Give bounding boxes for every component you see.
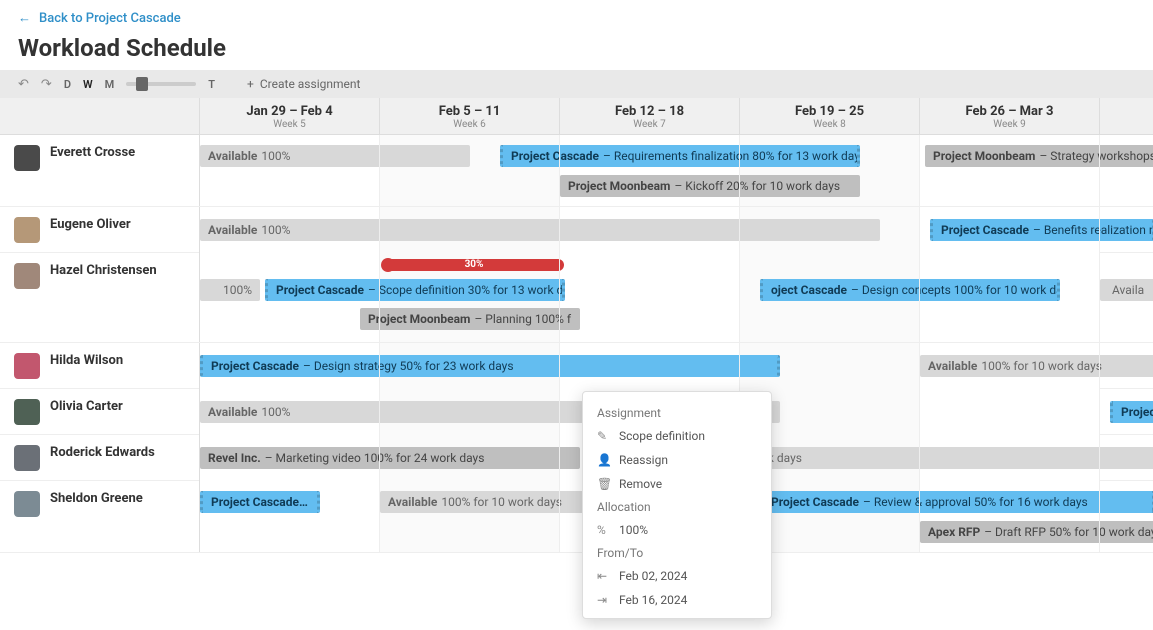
assignment-bar[interactable]: Project Cascade – Review & approval 50% … (760, 491, 1153, 513)
assignment-bar[interactable]: Project Cascade – Scope definition 30% f… (265, 279, 565, 301)
person-name: Sheldon Greene (50, 491, 143, 506)
assignment-bar[interactable]: Project Cascade – Benefits realization r… (930, 219, 1153, 241)
assignment-bar[interactable]: Project Cascade… (200, 491, 320, 513)
assignment-bar[interactable]: Available 100% (200, 145, 470, 167)
person-name: Roderick Edwards (50, 445, 155, 460)
assignment-bar[interactable]: Available 100% (200, 219, 880, 241)
timeline-header: Jan 29 – Feb 4 Week 5 Feb 5 – 11 Week 6 … (0, 98, 1153, 135)
week-col-8: Feb 19 – 25 Week 8 (740, 98, 920, 134)
zoom-slider-handle[interactable] (136, 77, 148, 91)
person-name: Olivia Carter (50, 399, 123, 414)
assignment-bar[interactable]: Project Moonbeam – Strategy workshops 10 (925, 145, 1153, 167)
from-arrow-icon: ⇤ (597, 569, 609, 583)
person-row-roderick: Roderick Edwards Revel Inc. – Marketing … (0, 435, 1153, 481)
week-col-5: Jan 29 – Feb 4 Week 5 (200, 98, 380, 134)
assignment-bar[interactable]: Availa (1100, 279, 1153, 301)
undo-icon[interactable]: ↶ (18, 77, 29, 92)
toolbar: ↶ ↷ D W M T + Create assignment (0, 70, 1153, 98)
popover-scope-definition[interactable]: ✎ Scope definition (583, 424, 771, 448)
zoom-day[interactable]: D (64, 78, 71, 91)
week-col-6: Feb 5 – 11 Week 6 (380, 98, 560, 134)
avatar (14, 491, 40, 517)
person-name: Eugene Oliver (50, 217, 131, 232)
week-col-9: Feb 26 – Mar 3 Week 9 (920, 98, 1100, 134)
zoom-today[interactable]: T (208, 78, 215, 91)
assignment-bar[interactable]: oject Cascade – Design concepts 100% for… (760, 279, 1060, 301)
assignment-bar[interactable]: Project Moonbeam – Planning 100% f (360, 308, 580, 330)
popover-from-date[interactable]: ⇤ Feb 02, 2024 (583, 564, 771, 588)
timeline-rows: Everett Crosse Available 100% Project Ca… (0, 135, 1153, 553)
popover-section-fromto: From/To (583, 542, 771, 564)
to-arrow-icon: ⇥ (597, 593, 609, 607)
person-icon: 👤 (597, 453, 609, 467)
overload-indicator: 30% (384, 259, 564, 271)
assignment-bar[interactable]: Project Moonbeam – Kickoff 20% for 10 wo… (560, 175, 860, 197)
assignment-bar[interactable]: Project Cascade – Requirements finalizat… (500, 145, 860, 167)
person-row-hilda: Hilda Wilson Project Cascade – Design st… (0, 343, 1153, 389)
create-assignment-label: Create assignment (260, 77, 361, 91)
avatar (14, 353, 40, 379)
person-row-sheldon: Sheldon Greene Project Cascade… Availabl… (0, 481, 1153, 553)
person-row-eugene: Eugene Oliver Available 100% Project Cas… (0, 207, 1153, 253)
popover-reassign[interactable]: 👤 Reassign (583, 448, 771, 472)
assignment-bar[interactable]: Apex RFP – Draft RFP 50% for 10 work day… (920, 521, 1153, 543)
page-title: Workload Schedule (18, 34, 1135, 62)
zoom-month[interactable]: M (105, 78, 115, 91)
assignment-bar[interactable]: Projec (1110, 401, 1153, 423)
assignment-bar[interactable]: Project Cascade – Design strategy 50% fo… (200, 355, 780, 377)
popover-to-date[interactable]: ⇥ Feb 16, 2024 (583, 588, 771, 612)
assignment-bar[interactable]: Revel Inc. – Marketing video 100% for 24… (200, 447, 580, 469)
avatar (14, 445, 40, 471)
person-name: Everett Crosse (50, 145, 135, 160)
person-row-everett: Everett Crosse Available 100% Project Ca… (0, 135, 1153, 207)
zoom-week[interactable]: W (83, 78, 93, 91)
pencil-icon: ✎ (597, 429, 609, 443)
assignment-bar[interactable]: Available 100% for 10 work days (920, 355, 1153, 377)
assignment-bar[interactable]: 100% (200, 279, 260, 301)
popover-section-allocation: Allocation (583, 496, 771, 518)
avatar (14, 145, 40, 171)
trash-icon: 🗑 (597, 477, 609, 491)
person-row-hazel: Hazel Christensen 30% 100% Project Casca… (0, 253, 1153, 343)
person-name: Hilda Wilson (50, 353, 123, 368)
popover-remove[interactable]: 🗑 Remove (583, 472, 771, 496)
avatar (14, 399, 40, 425)
back-link[interactable]: ← Back to Project Cascade (18, 10, 181, 26)
arrow-left-icon: ← (18, 10, 31, 26)
back-link-label: Back to Project Cascade (39, 11, 181, 26)
plus-icon: + (247, 77, 254, 91)
percent-icon: % (597, 523, 609, 537)
zoom-slider[interactable] (126, 82, 196, 86)
assignment-popover: Assignment ✎ Scope definition 👤 Reassign… (582, 391, 772, 619)
week-col-7: Feb 12 – 18 Week 7 (560, 98, 740, 134)
avatar (14, 217, 40, 243)
popover-section-assignment: Assignment (583, 402, 771, 424)
redo-icon[interactable]: ↷ (41, 77, 52, 92)
person-name: Hazel Christensen (50, 263, 157, 278)
popover-allocation[interactable]: % 100% (583, 518, 771, 542)
person-row-olivia: Olivia Carter Available 100% Projec (0, 389, 1153, 435)
avatar (14, 263, 40, 289)
create-assignment-button[interactable]: + Create assignment (247, 77, 360, 91)
